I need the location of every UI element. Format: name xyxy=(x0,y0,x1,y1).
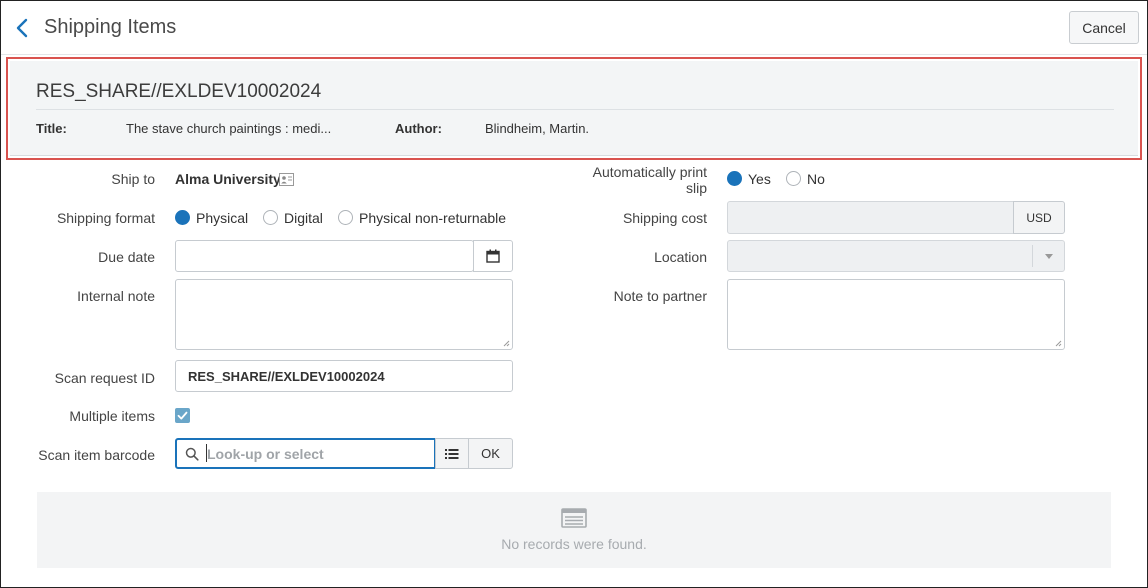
no-records-message: No records were found. xyxy=(501,536,647,552)
chevron-down-icon xyxy=(1045,254,1053,259)
resize-handle-icon[interactable] xyxy=(1054,339,1062,347)
auto-print-slip-label-line1: Automatically print xyxy=(592,164,707,180)
internal-note-label: Internal note xyxy=(77,288,155,304)
title-value: The stave church paintings : medi... xyxy=(126,121,332,136)
currency-addon: USD xyxy=(1013,201,1065,234)
title-label: Title: xyxy=(36,121,67,136)
location-label: Location xyxy=(654,249,707,265)
search-icon xyxy=(185,447,199,461)
list-icon xyxy=(445,448,459,459)
request-summary: RES_SHARE//EXLDEV10002024 Title: The sta… xyxy=(6,57,1142,160)
multiple-items-checkbox[interactable] xyxy=(175,408,190,423)
scan-request-id-label: Scan request ID xyxy=(54,370,155,386)
ship-to-value: Alma University xyxy=(175,171,281,187)
checkmark-icon xyxy=(177,411,188,420)
author-value: Blindheim, Martin. xyxy=(485,121,590,136)
auto-print-no-label: No xyxy=(807,171,825,187)
scan-request-id-value: RES_SHARE//EXLDEV10002024 xyxy=(188,369,385,384)
shipping-format-physical-radio[interactable] xyxy=(175,210,190,225)
scan-item-barcode-placeholder: Look-up or select xyxy=(207,446,324,462)
back-arrow-icon[interactable] xyxy=(13,17,33,39)
auto-print-slip-label: Automatically print slip xyxy=(593,164,707,196)
request-id-heading: RES_SHARE//EXLDEV10002024 xyxy=(36,81,322,102)
shipping-format-nonreturnable-radio[interactable] xyxy=(338,210,353,225)
shipping-format-digital-label: Digital xyxy=(284,210,323,226)
author-label: Author: xyxy=(395,121,442,136)
due-date-label: Due date xyxy=(98,249,155,265)
note-to-partner-textarea[interactable] xyxy=(727,279,1065,350)
page-header: Shipping Items Cancel xyxy=(1,1,1147,55)
shipping-format-physical-label: Physical xyxy=(196,210,249,226)
cancel-button[interactable]: Cancel xyxy=(1069,11,1139,44)
note-to-partner-label: Note to partner xyxy=(613,288,707,304)
ship-to-label: Ship to xyxy=(111,171,155,187)
records-list: No records were found. xyxy=(37,492,1111,568)
shipping-cost-input[interactable] xyxy=(727,201,1014,234)
scan-request-id-input[interactable]: RES_SHARE//EXLDEV10002024 xyxy=(175,360,513,392)
scan-item-barcode-label: Scan item barcode xyxy=(38,447,155,463)
resize-handle-icon[interactable] xyxy=(502,339,510,347)
calendar-icon xyxy=(486,249,500,263)
location-select[interactable] xyxy=(727,240,1065,272)
shipping-format-digital-radio[interactable] xyxy=(263,210,278,225)
auto-print-yes-label: Yes xyxy=(748,171,771,187)
request-summary-panel: RES_SHARE//EXLDEV10002024 Title: The sta… xyxy=(10,61,1138,156)
shipping-format-label: Shipping format xyxy=(56,210,155,226)
internal-note-textarea[interactable] xyxy=(175,279,513,350)
contact-card-icon[interactable] xyxy=(279,173,294,186)
due-date-input[interactable] xyxy=(175,240,474,272)
page-title: Shipping Items xyxy=(44,16,177,38)
date-picker-button[interactable] xyxy=(473,240,513,272)
ok-button[interactable]: OK xyxy=(468,438,513,469)
shipping-cost-label: Shipping cost xyxy=(622,210,707,226)
select-divider xyxy=(1032,245,1033,267)
multiple-items-label: Multiple items xyxy=(69,408,155,424)
list-select-button[interactable] xyxy=(435,438,469,469)
auto-print-yes-radio[interactable] xyxy=(727,171,742,186)
scan-item-barcode-input[interactable]: Look-up or select xyxy=(175,438,436,469)
auto-print-slip-label-line2: slip xyxy=(685,180,707,196)
summary-divider xyxy=(36,109,1114,110)
auto-print-no-radio[interactable] xyxy=(786,171,801,186)
shipping-format-nonreturnable-label: Physical non-returnable xyxy=(359,210,507,226)
empty-list-icon xyxy=(561,508,587,528)
